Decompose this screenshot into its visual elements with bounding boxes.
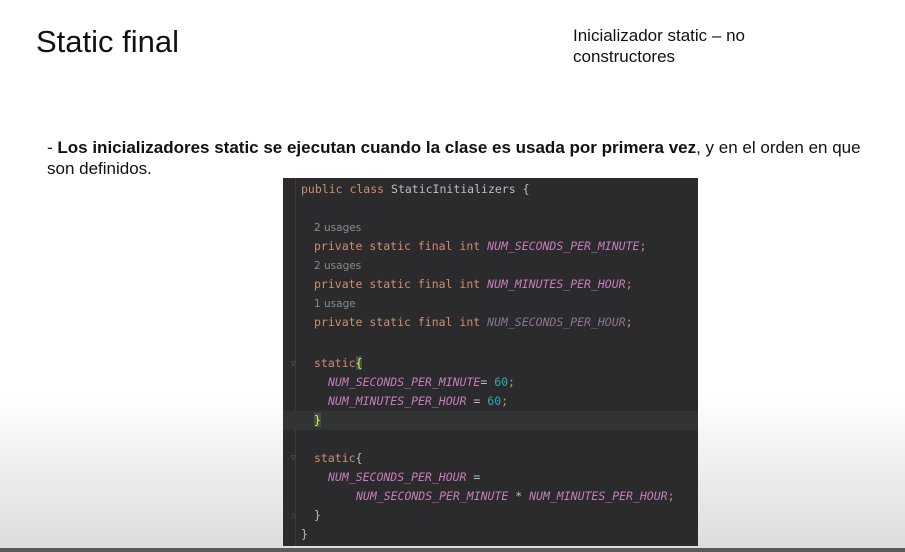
slide-title: Static final <box>36 24 180 59</box>
brace-highlight-open: { <box>355 356 363 370</box>
slide-subtitle: Inicializador static – no constructores <box>573 26 745 66</box>
field-seconds-per-hour: NUM_SECONDS_PER_HOUR <box>487 315 626 329</box>
field-seconds-per-minute: NUM_SECONDS_PER_MINUTE <box>487 239 640 253</box>
bullet-bold-text: Los inicializadores static se ejecutan c… <box>57 138 697 157</box>
class-keyword: public class <box>301 182 385 196</box>
code-line-assign-3-cont[interactable]: NUM_SECONDS_PER_MINUTE * NUM_MINUTES_PER… <box>283 487 698 506</box>
code-line-field-3[interactable]: private static final int NUM_SECONDS_PER… <box>283 313 698 332</box>
code-line-static-block-1[interactable]: static{ <box>283 354 698 373</box>
brace-highlight-close: } <box>314 413 321 427</box>
code-line-assign-1[interactable]: NUM_SECONDS_PER_MINUTE= 60; <box>283 373 698 392</box>
usage-hint-2[interactable]: 2 usages <box>283 256 698 275</box>
code-line-static-block-2[interactable]: static{ <box>283 449 698 468</box>
code-line-field-2[interactable]: private static final int NUM_MINUTES_PER… <box>283 275 698 294</box>
code-line-assign-2[interactable]: NUM_MINUTES_PER_HOUR = 60; <box>283 392 698 411</box>
code-line-class-decl[interactable]: public class StaticInitializers { <box>283 180 698 199</box>
usage-hint-3[interactable]: 1 usage <box>283 294 698 313</box>
bullet-dash: - <box>47 138 58 157</box>
code-line-assign-3[interactable]: NUM_SECONDS_PER_HOUR = <box>283 468 698 487</box>
field-minutes-per-hour: NUM_MINUTES_PER_HOUR <box>487 277 626 291</box>
code-line-field-1[interactable]: private static final int NUM_SECONDS_PER… <box>283 237 698 256</box>
code-line-close-1[interactable]: } <box>283 411 698 430</box>
code-editor[interactable]: public class StaticInitializers { 2 usag… <box>283 178 698 546</box>
bullet-text: - Los inicializadores static se ejecutan… <box>47 137 887 179</box>
usage-hint-1[interactable]: 2 usages <box>283 218 698 237</box>
bottom-border <box>0 548 905 552</box>
code-line-class-close[interactable]: } <box>283 525 698 544</box>
code-line-close-2[interactable]: } <box>283 506 698 525</box>
class-name: StaticInitializers { <box>384 182 530 196</box>
